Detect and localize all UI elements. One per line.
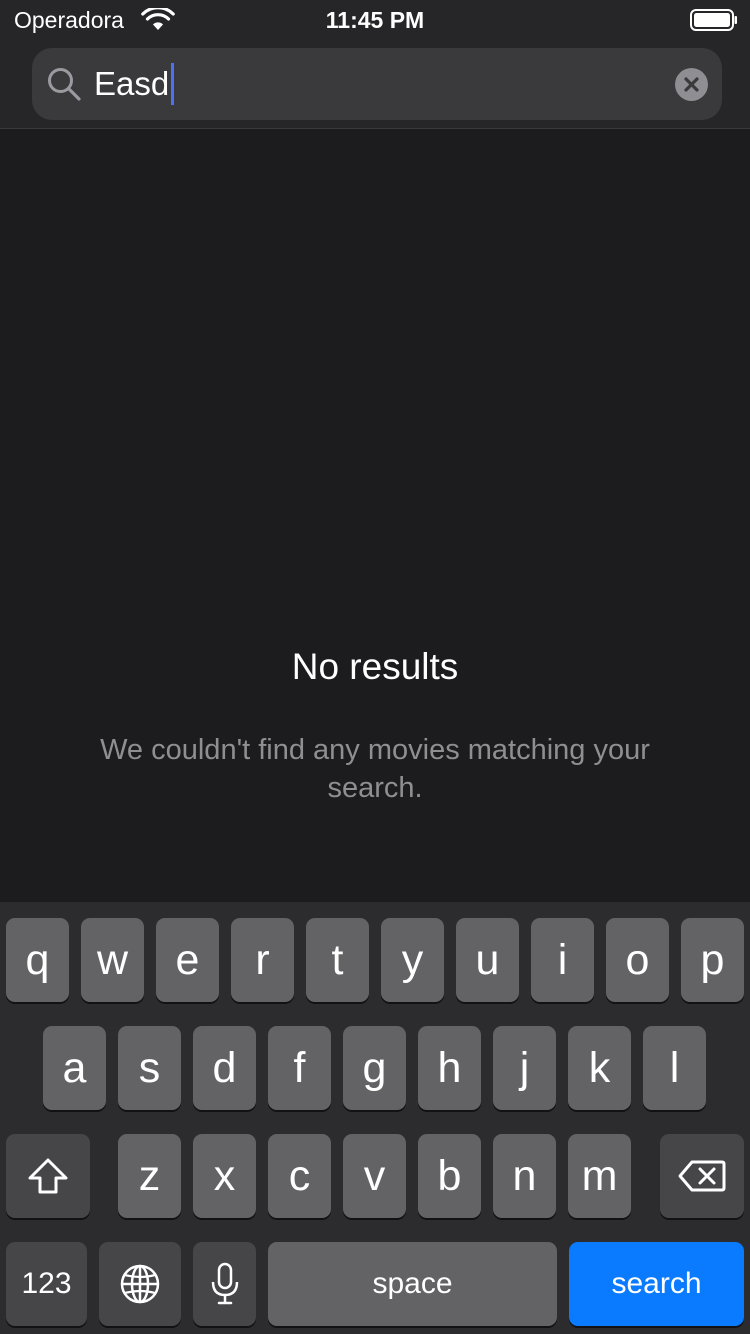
key-b[interactable]: b (418, 1134, 481, 1218)
key-j[interactable]: j (493, 1026, 556, 1110)
globe-key[interactable] (99, 1242, 181, 1326)
key-t[interactable]: t (306, 918, 369, 1002)
search-header: Easd (0, 40, 750, 129)
clear-search-button[interactable] (675, 68, 708, 101)
keyboard: q w e r t y u i o p a s d f g h j k l z … (0, 902, 750, 1334)
key-u[interactable]: u (456, 918, 519, 1002)
key-r[interactable]: r (231, 918, 294, 1002)
key-m[interactable]: m (568, 1134, 631, 1218)
globe-icon (120, 1264, 160, 1304)
key-i[interactable]: i (531, 918, 594, 1002)
key-z[interactable]: z (118, 1134, 181, 1218)
text-caret (171, 63, 175, 105)
key-a[interactable]: a (43, 1026, 106, 1110)
key-w[interactable]: w (81, 918, 144, 1002)
key-p[interactable]: p (681, 918, 744, 1002)
status-time: 11:45 PM (325, 7, 425, 33)
key-v[interactable]: v (343, 1134, 406, 1218)
screen: Operadora 11:45 PM Easd No results We co… (0, 0, 750, 1334)
key-l[interactable]: l (643, 1026, 706, 1110)
numbers-key[interactable]: 123 (6, 1242, 87, 1326)
search-icon (48, 68, 81, 101)
key-n[interactable]: n (493, 1134, 556, 1218)
status-bar: Operadora 11:45 PM (0, 0, 750, 40)
search-key[interactable]: search (569, 1242, 744, 1326)
close-icon (684, 77, 699, 92)
battery-icon (690, 9, 737, 31)
key-g[interactable]: g (343, 1026, 406, 1110)
search-bar[interactable]: Easd (32, 48, 722, 120)
key-e[interactable]: e (156, 918, 219, 1002)
empty-state-message: We couldn't find any movies matching you… (100, 734, 650, 804)
key-q[interactable]: q (6, 918, 69, 1002)
backspace-icon (678, 1160, 726, 1192)
dictation-key[interactable] (193, 1242, 256, 1326)
key-c[interactable]: c (268, 1134, 331, 1218)
key-f[interactable]: f (268, 1026, 331, 1110)
key-h[interactable]: h (418, 1026, 481, 1110)
key-s[interactable]: s (118, 1026, 181, 1110)
search-input[interactable]: Easd (94, 62, 654, 106)
delete-key[interactable] (660, 1134, 744, 1218)
search-input-text: Easd (94, 65, 170, 102)
key-k[interactable]: k (568, 1026, 631, 1110)
key-y[interactable]: y (381, 918, 444, 1002)
key-o[interactable]: o (606, 918, 669, 1002)
key-x[interactable]: x (193, 1134, 256, 1218)
microphone-icon (211, 1262, 238, 1305)
shift-icon (28, 1158, 68, 1194)
space-key[interactable]: space (268, 1242, 557, 1326)
empty-state-title: No results (291, 646, 459, 687)
key-d[interactable]: d (193, 1026, 256, 1110)
shift-key[interactable] (6, 1134, 90, 1218)
